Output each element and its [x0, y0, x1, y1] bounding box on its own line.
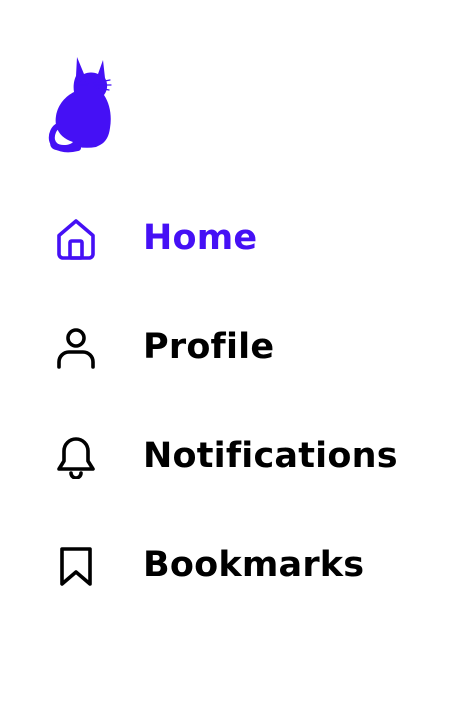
nav-label-notifications: Notifications: [143, 436, 398, 476]
main-nav: Home Profile Notifications Bookmarks: [0, 184, 472, 620]
nav-item-home[interactable]: Home: [0, 184, 472, 293]
bell-icon: [54, 435, 98, 479]
nav-label-home: Home: [143, 218, 258, 258]
nav-label-profile: Profile: [143, 327, 275, 367]
home-icon: [54, 217, 98, 261]
nav-item-bookmarks[interactable]: Bookmarks: [0, 511, 472, 620]
sidebar: Home Profile Notifications Bookmarks: [0, 0, 472, 702]
nav-item-notifications[interactable]: Notifications: [0, 402, 472, 511]
nav-item-profile[interactable]: Profile: [0, 293, 472, 402]
nav-label-bookmarks: Bookmarks: [143, 545, 365, 585]
cat-logo-icon[interactable]: [48, 56, 112, 154]
bookmark-icon: [54, 544, 98, 588]
user-icon: [54, 326, 98, 370]
